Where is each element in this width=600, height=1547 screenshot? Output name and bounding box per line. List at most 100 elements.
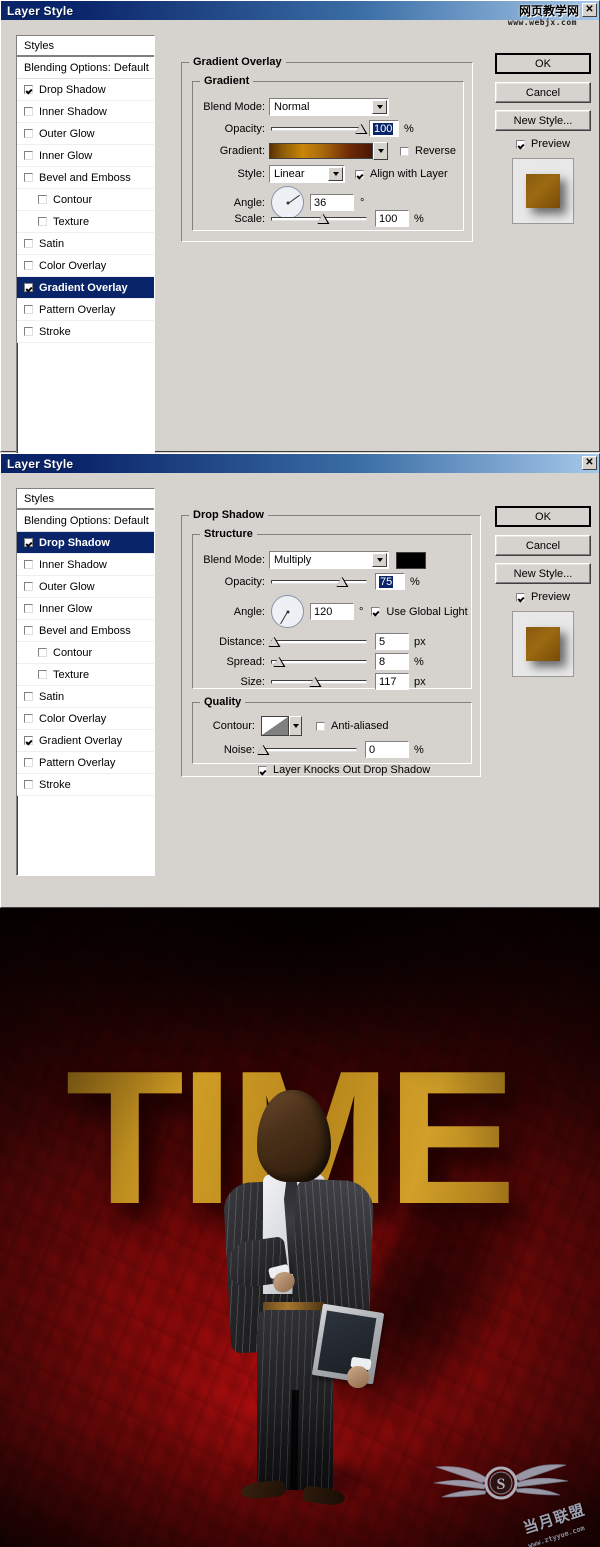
checkbox-icon-bevel-and-emboss[interactable]	[24, 173, 33, 182]
style-row-gradient-overlay[interactable]: Gradient Overlay	[17, 277, 154, 299]
checkbox-icon-inner-glow[interactable]	[24, 151, 33, 160]
chevron-down-icon[interactable]	[372, 553, 387, 567]
dialog2-titlebar[interactable]: Layer Style ✕	[1, 454, 599, 473]
style-row-outer-glow[interactable]: Outer Glow	[17, 123, 154, 145]
checkbox-icon-inner-shadow[interactable]	[24, 560, 33, 569]
spread-input[interactable]: 8	[375, 653, 409, 670]
checkbox-icon-satin[interactable]	[24, 692, 33, 701]
style-row-contour[interactable]: Contour	[17, 189, 154, 211]
anti-aliased-row[interactable]: Anti-aliased	[316, 720, 388, 732]
new-style-button[interactable]: New Style...	[495, 563, 591, 584]
checkbox-icon-pattern-overlay[interactable]	[24, 758, 33, 767]
blend-mode-select[interactable]: Normal	[269, 98, 389, 116]
checkbox-icon-layer-knocks-out[interactable]	[258, 765, 267, 775]
checkbox-icon-anti-aliased[interactable]	[316, 721, 325, 731]
style-row-bevel-and-emboss[interactable]: Bevel and Emboss	[17, 620, 154, 642]
style-row-texture[interactable]: Texture	[17, 664, 154, 686]
styles-list-header[interactable]: Styles	[17, 36, 154, 57]
blend-mode-select[interactable]: Multiply	[269, 551, 389, 569]
checkbox-icon-stroke[interactable]	[24, 780, 33, 789]
checkbox-icon-inner-shadow[interactable]	[24, 107, 33, 116]
reverse-checkbox-row[interactable]: Reverse	[400, 145, 456, 157]
slider-thumb[interactable]	[309, 676, 322, 688]
layer-knocks-out-row[interactable]: Layer Knocks Out Drop Shadow	[258, 764, 430, 776]
checkbox-icon-align-with-layer[interactable]	[355, 169, 364, 179]
scale-slider[interactable]	[271, 212, 367, 226]
chevron-down-icon[interactable]	[289, 716, 302, 736]
checkbox-icon-preview[interactable]	[516, 139, 525, 149]
angle-input[interactable]: 36	[310, 194, 354, 211]
gradient-style-select[interactable]: Linear	[269, 165, 345, 183]
checkbox-icon-outer-glow[interactable]	[24, 129, 33, 138]
checkbox-icon-stroke[interactable]	[24, 327, 33, 336]
style-row-texture[interactable]: Texture	[17, 211, 154, 233]
noise-input[interactable]: 0	[365, 741, 409, 758]
style-row-color-overlay[interactable]: Color Overlay	[17, 708, 154, 730]
style-row-inner-shadow[interactable]: Inner Shadow	[17, 554, 154, 576]
chevron-down-icon[interactable]	[372, 100, 387, 114]
opacity-input[interactable]: 100	[369, 120, 399, 137]
gradient-preview-swatch[interactable]	[269, 143, 373, 159]
opacity-slider[interactable]	[271, 122, 368, 136]
style-row-drop-shadow[interactable]: Drop Shadow	[17, 532, 154, 554]
style-row-drop-shadow[interactable]: Drop Shadow	[17, 79, 154, 101]
spread-slider[interactable]	[271, 655, 367, 669]
cancel-button[interactable]: Cancel	[495, 82, 591, 103]
distance-slider[interactable]	[268, 635, 367, 649]
cancel-button[interactable]: Cancel	[495, 535, 591, 556]
style-row-pattern-overlay[interactable]: Pattern Overlay	[17, 299, 154, 321]
new-style-button[interactable]: New Style...	[495, 110, 591, 131]
slider-thumb[interactable]	[257, 744, 270, 756]
blending-options-row[interactable]: Blending Options: Default	[17, 57, 154, 79]
style-row-satin[interactable]: Satin	[17, 233, 154, 255]
align-with-layer-row[interactable]: Align with Layer	[355, 168, 448, 180]
checkbox-icon-reverse[interactable]	[400, 146, 409, 156]
checkbox-icon-preview[interactable]	[516, 592, 525, 602]
preview-checkbox-row[interactable]: Preview	[516, 591, 570, 603]
checkbox-icon-gradient-overlay[interactable]	[24, 283, 33, 292]
checkbox-icon-color-overlay[interactable]	[24, 261, 33, 270]
checkbox-icon-contour[interactable]	[38, 648, 47, 657]
angle-dial[interactable]	[271, 595, 304, 628]
style-row-color-overlay[interactable]: Color Overlay	[17, 255, 154, 277]
style-row-pattern-overlay[interactable]: Pattern Overlay	[17, 752, 154, 774]
style-row-bevel-and-emboss[interactable]: Bevel and Emboss	[17, 167, 154, 189]
opacity-slider[interactable]	[271, 575, 367, 589]
style-row-inner-glow[interactable]: Inner Glow	[17, 145, 154, 167]
checkbox-icon-inner-glow[interactable]	[24, 604, 33, 613]
close-icon[interactable]: ✕	[582, 456, 597, 470]
checkbox-icon-color-overlay[interactable]	[24, 714, 33, 723]
checkbox-icon-contour[interactable]	[38, 195, 47, 204]
noise-slider[interactable]	[257, 743, 357, 757]
style-row-stroke[interactable]: Stroke	[17, 321, 154, 343]
preview-checkbox-row[interactable]: Preview	[516, 138, 570, 150]
close-icon[interactable]: ✕	[582, 3, 597, 17]
slider-thumb[interactable]	[336, 576, 349, 588]
contour-preview[interactable]	[261, 716, 289, 736]
style-row-stroke[interactable]: Stroke	[17, 774, 154, 796]
styles-list-header[interactable]: Styles	[17, 489, 154, 510]
checkbox-icon-use-global-light[interactable]	[371, 607, 381, 616]
checkbox-icon-drop-shadow[interactable]	[24, 538, 33, 547]
style-row-contour[interactable]: Contour	[17, 642, 154, 664]
checkbox-icon-satin[interactable]	[24, 239, 33, 248]
styles-list-panel[interactable]: Styles Blending Options: Default Drop Sh…	[16, 35, 155, 458]
shadow-color-swatch[interactable]	[396, 551, 426, 569]
checkbox-icon-texture[interactable]	[38, 670, 47, 679]
opacity-input[interactable]: 75	[375, 573, 405, 590]
slider-thumb[interactable]	[317, 213, 330, 225]
checkbox-icon-gradient-overlay[interactable]	[24, 736, 33, 745]
style-row-inner-shadow[interactable]: Inner Shadow	[17, 101, 154, 123]
style-row-inner-glow[interactable]: Inner Glow	[17, 598, 154, 620]
blending-options-row[interactable]: Blending Options: Default	[17, 510, 154, 532]
angle-input[interactable]: 120	[310, 603, 354, 620]
size-input[interactable]: 117	[375, 673, 409, 690]
checkbox-icon-bevel-and-emboss[interactable]	[24, 626, 33, 635]
chevron-down-icon[interactable]	[373, 142, 388, 160]
size-slider[interactable]	[271, 675, 367, 689]
style-row-outer-glow[interactable]: Outer Glow	[17, 576, 154, 598]
style-row-gradient-overlay[interactable]: Gradient Overlay	[17, 730, 154, 752]
chevron-down-icon[interactable]	[328, 167, 343, 181]
use-global-light-row[interactable]: Use Global Light	[371, 606, 468, 618]
ok-button[interactable]: OK	[495, 53, 591, 74]
